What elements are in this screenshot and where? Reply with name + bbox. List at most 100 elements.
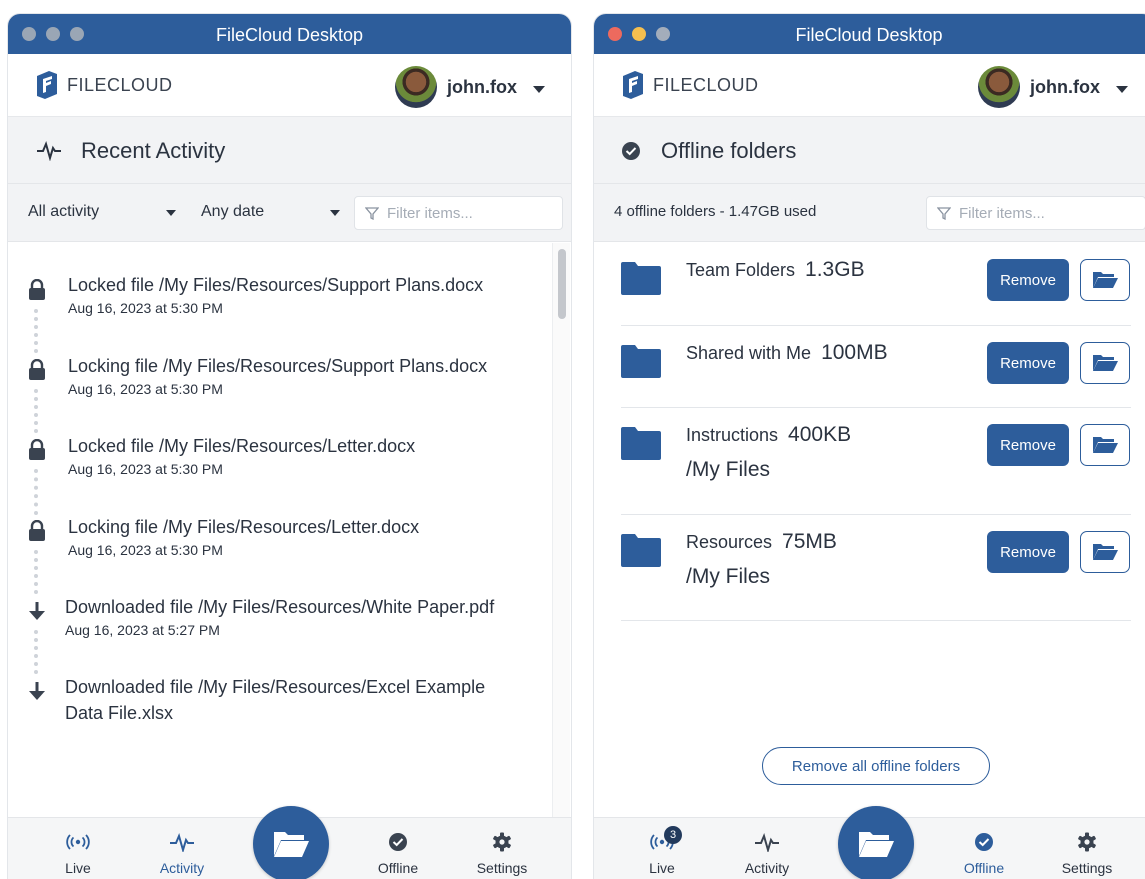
timeline-connector: [34, 550, 38, 594]
activity-title: Downloaded file /My Files/Resources/Whit…: [65, 597, 495, 617]
scrollbar[interactable]: [552, 243, 570, 817]
offline-folder-row: Team Folders 1.3GB Remove: [621, 243, 1131, 326]
filter-input[interactable]: [387, 204, 547, 222]
check-circle-icon: [944, 832, 1024, 852]
nav-settings[interactable]: Settings: [462, 832, 542, 876]
folder-name: Resources 75MB: [686, 530, 837, 554]
folder-open-icon: [274, 832, 309, 857]
activity-type-dropdown[interactable]: All activity: [28, 203, 99, 221]
nav-offline[interactable]: Offline: [944, 832, 1024, 876]
remove-button[interactable]: Remove: [987, 342, 1069, 384]
avatar: [978, 66, 1020, 108]
open-folder-button[interactable]: [1080, 531, 1130, 573]
date-range-dropdown[interactable]: Any date: [201, 203, 264, 221]
folder-size: 100MB: [821, 341, 888, 364]
folder-icon: [621, 534, 661, 567]
filter-input[interactable]: [959, 204, 1119, 222]
nav-settings-label: Settings: [1061, 860, 1113, 876]
filecloud-logo-icon: [623, 71, 643, 99]
filter-icon: [937, 207, 951, 220]
nav-activity[interactable]: Activity: [727, 832, 807, 876]
nav-settings[interactable]: Settings: [1047, 832, 1127, 876]
download-icon: [29, 602, 45, 620]
timeline-connector: [34, 389, 38, 433]
filter-field[interactable]: [926, 196, 1145, 230]
activity-title: Locked file /My Files/Resources/Support …: [68, 275, 484, 295]
activity-title: Locking file /My Files/Resources/Support…: [68, 356, 488, 376]
filecloud-logo: FILECLOUD: [35, 70, 173, 100]
avatar: [395, 66, 437, 108]
open-folder-button[interactable]: [253, 806, 329, 879]
open-folder-button[interactable]: [1080, 424, 1130, 466]
user-menu[interactable]: john.fox: [978, 66, 1128, 108]
gear-icon: [462, 832, 542, 852]
nav-activity-label: Activity: [744, 860, 790, 876]
folder-name: Instructions 400KB: [686, 423, 851, 447]
nav-offline-label: Offline: [377, 860, 419, 876]
window-title: FileCloud Desktop: [215, 25, 364, 45]
nav-offline[interactable]: Offline: [358, 832, 438, 876]
app-header: FILECLOUD john.fox: [8, 54, 571, 117]
open-folder-button[interactable]: [838, 806, 914, 879]
lock-icon: [29, 359, 45, 380]
broadcast-icon: [38, 832, 118, 852]
folder-icon: [621, 427, 661, 460]
folder-open-icon: [1093, 544, 1118, 560]
storage-summary: 4 offline folders - 1.47GB used: [614, 203, 817, 220]
nav-activity[interactable]: Activity: [142, 832, 222, 876]
activity-pulse-icon: [142, 832, 222, 852]
filecloud-logo-icon: [37, 71, 57, 99]
activity-date: Aug 16, 2023 at 5:30 PM: [68, 542, 223, 558]
folder-icon: [621, 345, 661, 378]
folder-icon: [621, 262, 661, 295]
remove-button[interactable]: Remove: [987, 531, 1069, 573]
lock-icon: [29, 520, 45, 541]
folder-open-icon: [1093, 272, 1118, 288]
folder-path: /My Files: [686, 565, 770, 588]
lock-icon: [29, 279, 45, 300]
nav-live[interactable]: 3 Live: [622, 826, 702, 876]
nav-live-label: Live: [65, 860, 91, 876]
gear-icon: [1047, 832, 1127, 852]
nav-activity-label: Activity: [159, 860, 205, 876]
chevron-down-icon: [330, 210, 340, 216]
filter-bar: 4 offline folders - 1.47GB used: [594, 184, 1145, 242]
folder-open-icon: [859, 832, 894, 857]
nav-settings-label: Settings: [476, 860, 528, 876]
activity-pulse-icon: [37, 141, 61, 161]
filecloud-logo: FILECLOUD: [621, 70, 759, 100]
chevron-down-icon: [166, 210, 176, 216]
activity-date: Aug 16, 2023 at 5:30 PM: [68, 300, 223, 316]
nav-live[interactable]: Live: [38, 832, 118, 876]
page-title: Offline folders: [661, 138, 797, 163]
titlebar: FileCloud Desktop: [8, 14, 571, 54]
remove-button[interactable]: Remove: [987, 424, 1069, 466]
logo-text: FILECLOUD: [653, 74, 759, 95]
folder-open-icon: [1093, 355, 1118, 371]
logo-text: FILECLOUD: [67, 74, 173, 95]
folder-path: /My Files: [686, 458, 770, 481]
username: john.fox: [447, 76, 517, 97]
remove-button[interactable]: Remove: [987, 259, 1069, 301]
filter-bar: All activity Any date: [8, 184, 571, 242]
section-header: Offline folders: [594, 117, 1145, 184]
remove-all-offline-button[interactable]: Remove all offline folders: [762, 747, 990, 785]
folder-name-text: Resources: [686, 532, 773, 552]
check-circle-icon: [622, 142, 640, 160]
nav-offline-label: Offline: [963, 860, 1005, 876]
download-icon: [29, 682, 45, 700]
folder-name: Team Folders 1.3GB: [686, 258, 865, 282]
lock-icon: [29, 439, 45, 460]
folder-open-icon: [1093, 437, 1118, 453]
folder-size: 1.3GB: [805, 258, 865, 281]
user-menu[interactable]: john.fox: [395, 66, 545, 108]
filter-field[interactable]: [354, 196, 563, 230]
window-title: FileCloud Desktop: [795, 25, 943, 45]
open-folder-button[interactable]: [1080, 342, 1130, 384]
page-title: Recent Activity: [81, 138, 226, 163]
activity-date: Aug 16, 2023 at 5:30 PM: [68, 381, 223, 397]
open-folder-button[interactable]: [1080, 259, 1130, 301]
scrollbar-thumb[interactable]: [558, 249, 566, 319]
notification-badge: 3: [664, 826, 682, 844]
folder-name-text: Shared with Me: [686, 343, 812, 363]
